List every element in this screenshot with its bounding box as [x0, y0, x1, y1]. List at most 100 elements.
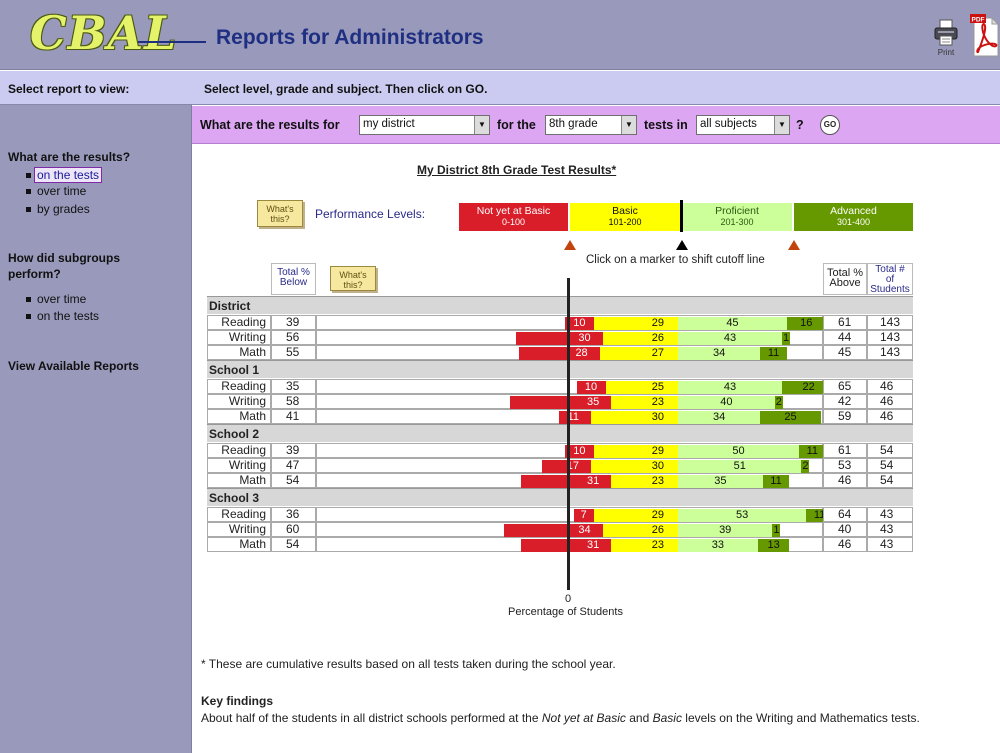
- level-box-basic: Basic 101-200: [570, 203, 680, 231]
- sidebar-header: Select report to view:: [0, 71, 192, 105]
- total-above-cell: 42: [823, 394, 867, 409]
- table-row: Writing 60 26 34 39 1 40 43: [207, 522, 913, 537]
- advanced-bar: 16: [786, 317, 826, 330]
- not-yet-basic-bar: 10: [576, 381, 606, 394]
- table-row: Writing 58 23 35 40 2 42 46: [207, 394, 913, 409]
- sidebar-item-subgroups-on-the-tests[interactable]: on the tests: [26, 309, 99, 323]
- level-box-advanced: Advanced 301-400: [794, 203, 913, 231]
- cutoff-marker-active[interactable]: [676, 240, 688, 250]
- total-students-cell: 46: [867, 394, 913, 409]
- advanced-bar: 11: [762, 475, 790, 488]
- total-below-cell: 35: [271, 379, 316, 394]
- group-row: School 3: [207, 488, 913, 506]
- total-students-cell: 43: [867, 522, 913, 537]
- logo-text: CBAL: [30, 6, 178, 60]
- performance-levels-label: Performance Levels:: [315, 207, 426, 221]
- total-above-cell: 64: [823, 507, 867, 522]
- total-below-cell: 39: [271, 315, 316, 330]
- view-available-reports-link[interactable]: View Available Reports: [8, 359, 139, 374]
- query-question-mark: ?: [796, 118, 804, 132]
- proficient-bar: 51: [678, 460, 802, 473]
- pdf-icon: PDF: [970, 14, 1000, 57]
- group-label: District: [209, 299, 251, 313]
- whats-this-levels-button[interactable]: What's this?: [257, 200, 303, 227]
- advanced-bar: 13: [757, 539, 790, 552]
- group-label: School 3: [209, 491, 260, 505]
- not-yet-basic-bar: 7: [573, 509, 594, 522]
- query-tests-in-text: tests in: [644, 118, 688, 132]
- proficient-bar: 53: [678, 509, 807, 522]
- proficient-bar: 34: [678, 411, 761, 424]
- advanced-bar: 1: [782, 332, 791, 345]
- table-row: Reading 36 29 7 53 11 64 43: [207, 507, 913, 522]
- sidebar-item-label: by grades: [37, 202, 90, 216]
- grade-select[interactable]: 8th grade ▼: [545, 115, 637, 135]
- sidebar: Select report to view: What are the resu…: [0, 71, 192, 753]
- total-above-cell: 46: [823, 537, 867, 552]
- print-button[interactable]: Print: [932, 18, 960, 58]
- subject-cell: Writing: [207, 458, 271, 473]
- sidebar-item-on-the-tests[interactable]: on the tests: [26, 167, 103, 183]
- chevron-down-icon: ▼: [621, 116, 636, 134]
- whats-this-line2: this?: [270, 214, 290, 224]
- subject-cell: Writing: [207, 394, 271, 409]
- sidebar-item-label: over time: [37, 292, 87, 306]
- group-label: School 1: [209, 363, 260, 377]
- basic-bar: 23: [611, 396, 678, 409]
- proficient-bar: 43: [678, 332, 783, 345]
- subject-select[interactable]: all subjects ▼: [696, 115, 790, 135]
- results-table: Total % Below What's this? Total % Above…: [207, 263, 913, 577]
- subject-cell: Reading: [207, 379, 271, 394]
- not-yet-basic-bar: 30: [515, 332, 603, 345]
- group-label: School 2: [209, 427, 260, 441]
- level-name: Basic: [612, 205, 638, 217]
- total-students-cell: 54: [867, 473, 913, 488]
- subject-select-value: all subjects: [700, 118, 757, 130]
- level-name: Proficient: [715, 205, 759, 217]
- total-above-cell: 61: [823, 443, 867, 458]
- go-button[interactable]: GO: [820, 115, 840, 135]
- total-above-cell: 53: [823, 458, 867, 473]
- level-range: 101-200: [608, 217, 642, 227]
- total-below-header-line2: Below: [279, 277, 308, 288]
- subject-cell: Math: [207, 473, 271, 488]
- query-mid-text: for the: [497, 118, 536, 132]
- bullet-icon: [26, 313, 31, 319]
- results-group-title: What are the results?: [8, 150, 131, 164]
- whats-this-table-button[interactable]: What's this?: [330, 266, 376, 291]
- query-bar: What are the results for my district ▼ f…: [192, 106, 1000, 144]
- total-below-cell: 55: [271, 345, 316, 360]
- page-title: Reports for Administrators: [216, 26, 484, 49]
- table-row: Math 55 27 28 34 11 45 143: [207, 345, 913, 360]
- pdf-button[interactable]: PDF: [970, 12, 1000, 60]
- subgroups-group-title-line2: perform?: [8, 267, 61, 281]
- total-students-cell: 143: [867, 345, 913, 360]
- total-students-cell: 46: [867, 409, 913, 424]
- basic-bar: 29: [593, 317, 678, 330]
- basic-bar: 29: [593, 445, 678, 458]
- level-select[interactable]: my district ▼: [359, 115, 490, 135]
- cutoff-marker-right[interactable]: [788, 240, 800, 250]
- sidebar-item-label: over time: [37, 184, 87, 198]
- sidebar-item-subgroups-over-time[interactable]: over time: [26, 292, 86, 306]
- group-row: School 2: [207, 424, 913, 442]
- whats-this-line2: this?: [343, 280, 363, 290]
- table-row: Writing 56 26 30 43 1 44 143: [207, 330, 913, 345]
- sidebar-item-by-grades[interactable]: by grades: [26, 202, 90, 216]
- subject-cell: Math: [207, 537, 271, 552]
- level-range: 201-300: [720, 217, 754, 227]
- basic-bar: 25: [605, 381, 678, 394]
- axis-zero-label: 0: [565, 593, 572, 605]
- zero-axis-line: [567, 278, 570, 590]
- table-row: Math 54 23 31 35 11 46 54: [207, 473, 913, 488]
- table-row: Math 41 30 11 34 25 59 46: [207, 409, 913, 424]
- table-row: Reading 39 29 10 45 16 61 143: [207, 315, 913, 330]
- chevron-down-icon: ▼: [474, 116, 489, 134]
- sidebar-item-over-time[interactable]: over time: [26, 184, 86, 198]
- advanced-bar: 2: [801, 460, 810, 473]
- key-text-italic1: Not yet at Basic: [541, 711, 626, 725]
- cutoff-marker-left[interactable]: [564, 240, 576, 250]
- total-below-header: Total % Below: [271, 263, 316, 295]
- total-students-header-line3: Students: [870, 284, 910, 295]
- total-below-cell: 47: [271, 458, 316, 473]
